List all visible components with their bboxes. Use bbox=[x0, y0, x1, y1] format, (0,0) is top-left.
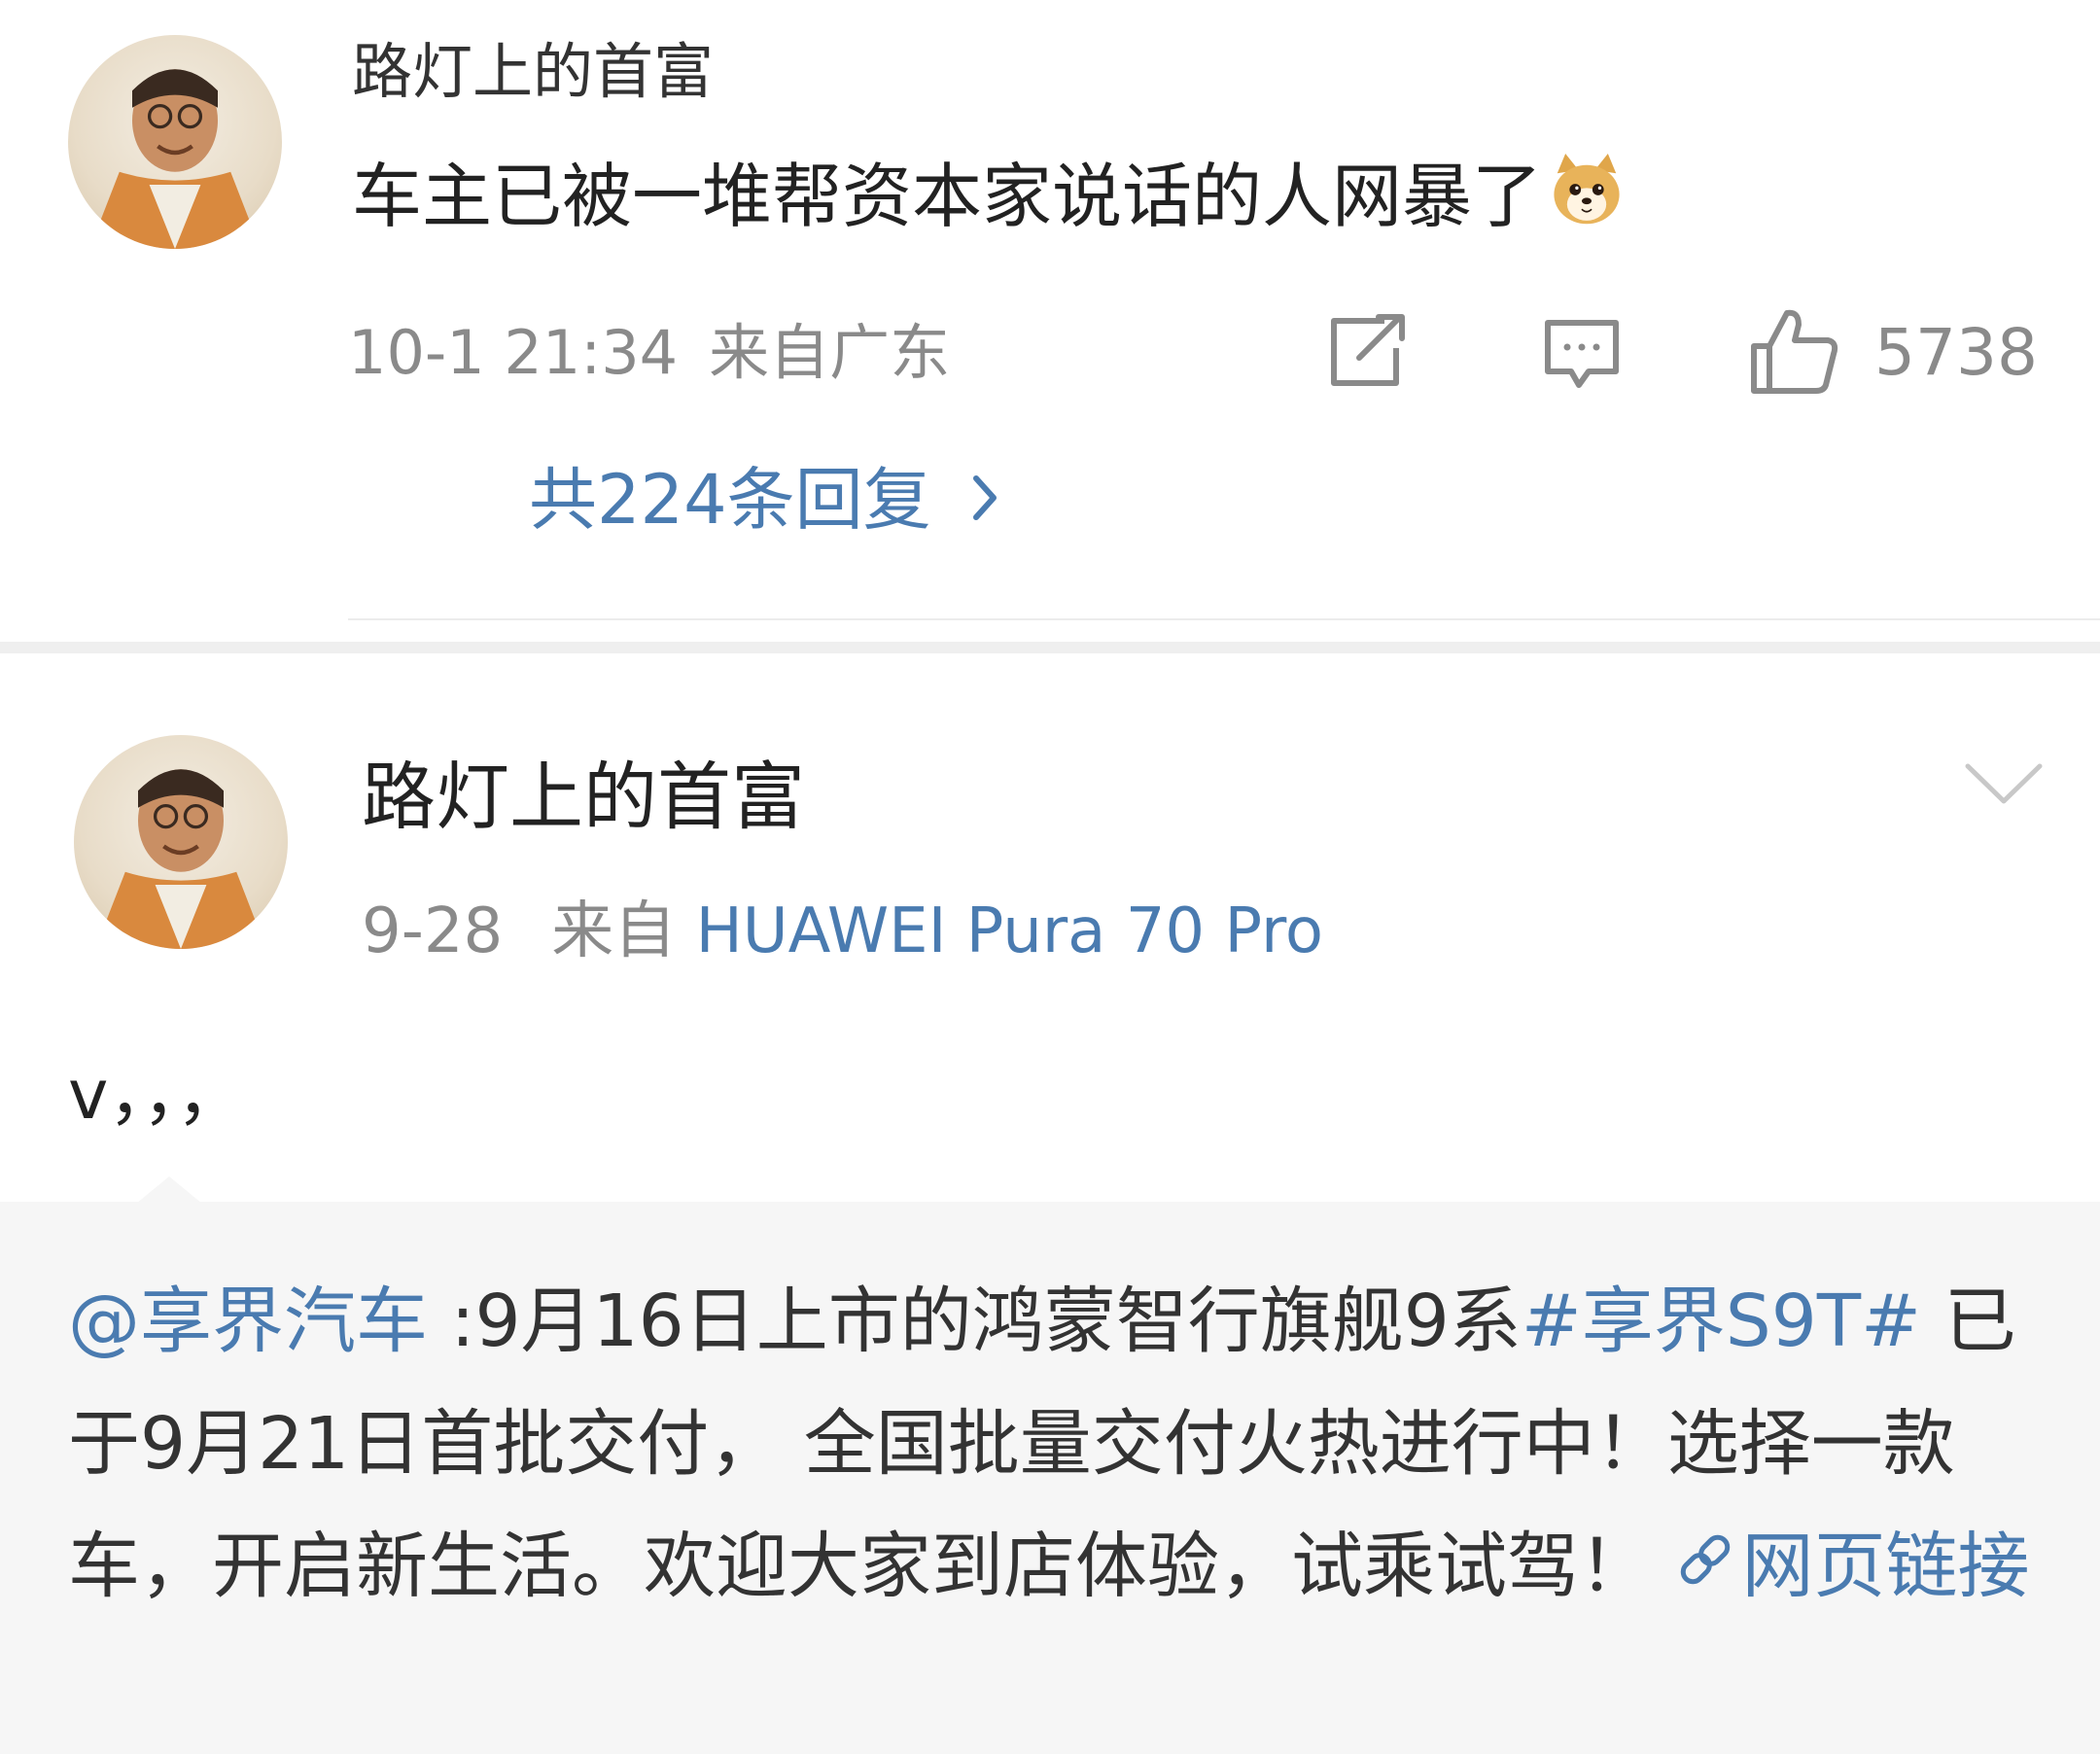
comment-icon[interactable] bbox=[1542, 317, 1622, 395]
chevron-down-icon[interactable] bbox=[1962, 758, 2046, 813]
repost-notch bbox=[136, 1176, 202, 1204]
repost-mention[interactable]: @享界汽车 bbox=[68, 1280, 428, 1363]
comment-text: 车主已被一堆帮资本家说话的人网暴了 bbox=[352, 148, 1628, 255]
repost-hashtag[interactable]: #享界S9T# bbox=[1522, 1280, 1921, 1363]
comment-time: 10-1 21:34 bbox=[348, 317, 679, 388]
web-link[interactable]: 网页链接 bbox=[1674, 1505, 2030, 1628]
post-meta: 9-28 来自 HUAWEI Pura 70 Pro bbox=[362, 887, 1323, 976]
comment-location: 来自广东 bbox=[709, 317, 951, 388]
link-icon bbox=[1674, 1505, 1736, 1628]
post-avatar[interactable] bbox=[74, 735, 288, 949]
comment-author[interactable]: 路灯上的首富 bbox=[352, 29, 714, 115]
post-device[interactable]: HUAWEI Pura 70 Pro bbox=[696, 895, 1323, 967]
share-icon[interactable] bbox=[1326, 313, 1410, 391]
comment-meta: 10-1 21:34 来自广东 bbox=[348, 309, 950, 397]
weibo-screen: 路灯上的首富 车主已被一堆帮资本家说话的人网暴了 10-1 21:34 来自广东 bbox=[0, 0, 2100, 1754]
replies-label: 共224条回复 bbox=[529, 460, 931, 540]
view-replies-link[interactable]: 共224条回复 bbox=[529, 455, 999, 544]
post-text: v，，， bbox=[68, 1055, 245, 1135]
post-date: 9-28 bbox=[362, 895, 504, 967]
comment-text-body: 车主已被一堆帮资本家说话的人网暴了 bbox=[352, 156, 1543, 237]
repost-text-part1: :9月16日上市的鸿蒙智行旗舰9系 bbox=[428, 1280, 1522, 1363]
divider bbox=[348, 618, 2100, 620]
web-link-label: 网页链接 bbox=[1741, 1525, 2030, 1608]
chevron-right-icon bbox=[970, 455, 999, 544]
post-from-prefix: 来自 bbox=[551, 895, 677, 967]
post-author[interactable]: 路灯上的首富 bbox=[362, 749, 805, 846]
repost-text: @享界汽车 :9月16日上市的鸿蒙智行旗舰9系#享界S9T# 已于9月21日首批… bbox=[68, 1260, 2051, 1628]
avatar[interactable] bbox=[68, 35, 282, 249]
like-count: 5738 bbox=[1874, 315, 2038, 390]
like-icon[interactable] bbox=[1748, 307, 1841, 397]
section-divider bbox=[0, 642, 2100, 653]
doge-emoji bbox=[1546, 149, 1628, 255]
